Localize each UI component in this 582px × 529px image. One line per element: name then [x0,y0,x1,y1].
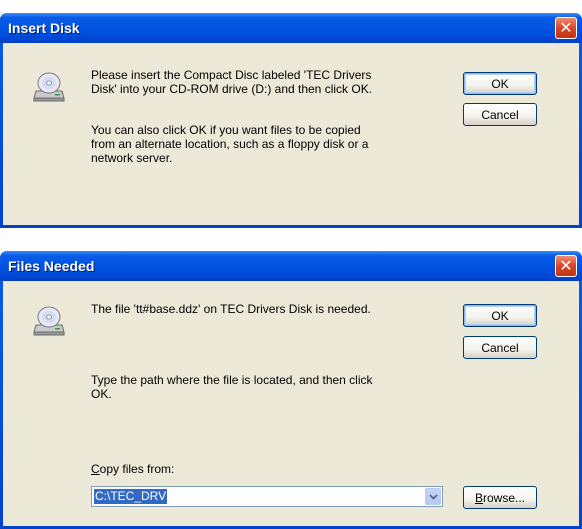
insert-disk-alternate-message: You can also click OK if you want files … [91,123,451,165]
message-line: You can also click OK if you want files … [91,123,361,137]
cd-drive-icon [33,72,65,102]
files-needed-dialog: Files Needed ✕ The file 'tt#base.ddz' on… [0,251,582,529]
copy-files-from-label: Copy files from: [91,462,174,476]
cancel-button[interactable]: Cancel [463,336,537,359]
copy-from-label-rest: opy files from: [99,462,175,476]
ok-button-label: OK [491,76,509,91]
insert-disk-message: Please insert the Compact Disc labeled '… [91,68,451,96]
cancel-button-label: Cancel [481,107,519,122]
message-line: Disk' into your CD-ROM drive (D:) and th… [91,82,373,96]
insert-disk-titlebar[interactable]: Insert Disk ✕ [0,13,582,43]
close-button[interactable]: ✕ [555,255,577,277]
path-hint: Type the path where the file is located,… [91,373,451,401]
copy-files-from-value[interactable]: C:\TEC_DRV [94,489,168,504]
ok-button-label: OK [491,308,509,323]
message-line: network server. [91,151,173,165]
copy-files-from-combobox[interactable]: C:\TEC_DRV [91,486,443,507]
copy-from-accesskey: C [91,462,100,476]
files-needed-title: Files Needed [8,258,95,274]
message-line: OK. [91,387,112,401]
close-icon: ✕ [559,18,573,37]
close-button[interactable]: ✕ [555,17,577,39]
browse-button-label: Browse... [475,491,525,505]
browse-accesskey: B [474,490,483,505]
message-line: Type the path where the file is located,… [91,373,373,387]
close-icon: ✕ [559,256,573,275]
cd-drive-icon [33,306,65,336]
browse-label-rest: rowse... [483,490,526,505]
ok-button[interactable]: OK [463,304,537,327]
insert-disk-dialog: Insert Disk ✕ Please insert the Compact … [0,13,582,228]
chevron-down-icon [428,493,438,500]
cancel-button[interactable]: Cancel [463,103,537,126]
files-needed-client: The file 'tt#base.ddz' on TEC Drivers Di… [3,281,579,526]
dropdown-button[interactable] [425,488,441,505]
ok-button[interactable]: OK [463,72,537,95]
cancel-button-label: Cancel [481,340,519,355]
insert-disk-title: Insert Disk [8,20,80,36]
insert-disk-client: Please insert the Compact Disc labeled '… [3,43,579,225]
browse-button[interactable]: Browse... [463,486,537,509]
files-needed-message: The file 'tt#base.ddz' on TEC Drivers Di… [91,302,371,316]
files-needed-titlebar[interactable]: Files Needed ✕ [0,251,582,281]
message-line: Please insert the Compact Disc labeled '… [91,68,372,82]
message-line: from an alternate location, such as a fl… [91,137,369,151]
